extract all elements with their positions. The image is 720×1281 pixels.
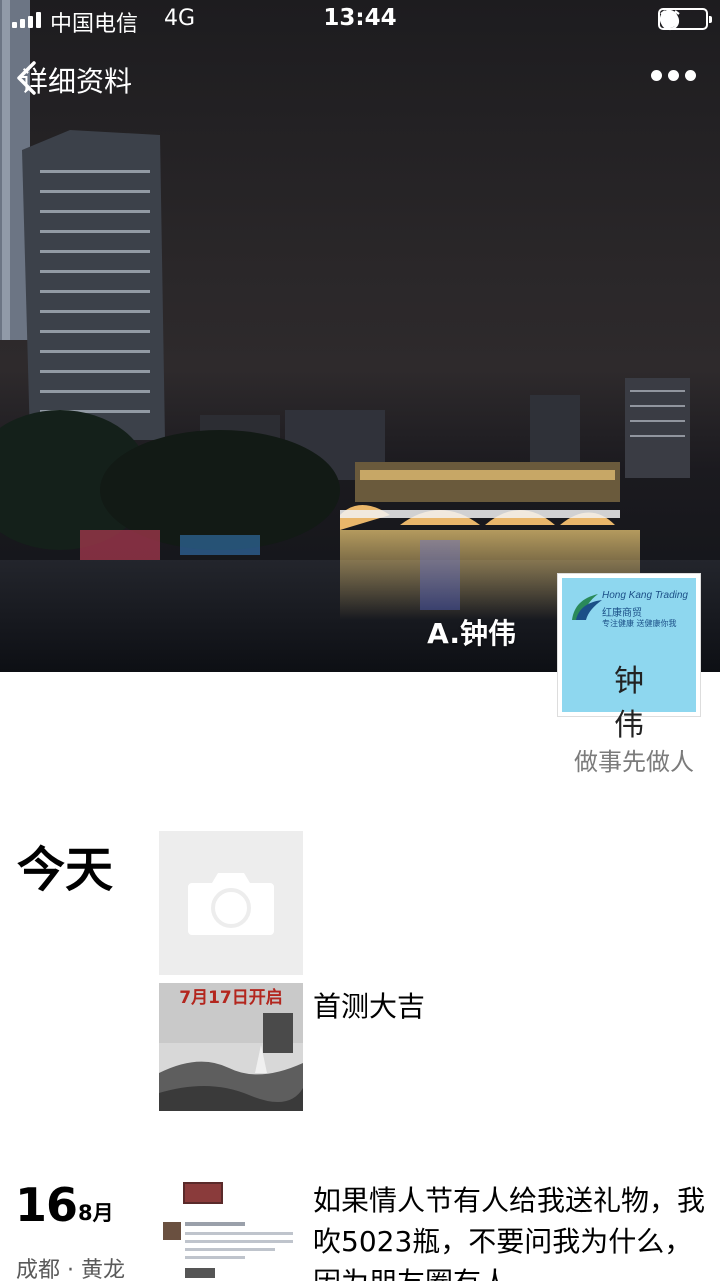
date-label-today: 今天 (17, 842, 114, 898)
post-text: 首测大吉 (313, 990, 426, 1023)
avatar-image: Hong Kang Trading 红康商贸 专注健康 送健康你我 钟伟 (562, 578, 696, 743)
logo-slogan: 专注健康 送健康你我 (602, 619, 677, 628)
back-button[interactable]: 详细资料 (14, 60, 132, 100)
dot-icon (651, 70, 662, 81)
post-image[interactable] (159, 1178, 303, 1281)
logo-text-cn: 红康商贸 (602, 608, 642, 619)
post-image[interactable]: 7月17日开启 (159, 983, 303, 1127)
nav-bar: 详细资料 (0, 54, 720, 108)
game-poster-image: 7月17日开启 (159, 983, 303, 1127)
dot-icon (668, 70, 679, 81)
signature: 做事先做人 (574, 748, 694, 776)
company-logo-icon (572, 594, 602, 620)
date-month: 8月 (78, 1201, 114, 1225)
logo-text-en: Hong Kang Trading (602, 590, 688, 601)
battery-icon (658, 8, 712, 30)
display-name: A.钟伟 (427, 617, 516, 650)
avatar-name: 钟伟 (614, 664, 670, 743)
location-label: 成都 · 黄龙 (16, 1258, 125, 1281)
avatar[interactable]: Hong Kang Trading 红康商贸 专注健康 送健康你我 钟伟 (557, 573, 701, 743)
post-camera-button[interactable] (159, 831, 303, 975)
status-icons (658, 8, 712, 31)
more-button[interactable] (651, 70, 696, 81)
camera-icon (188, 873, 274, 935)
status-time: 13:44 (323, 5, 397, 31)
dot-icon (685, 70, 696, 81)
status-bar: 中国电信 4G 13:44 (0, 0, 720, 40)
chat-screenshot-thumbnail (159, 1178, 303, 1281)
cover-photo[interactable]: 中国电信 4G 13:44 详细资料 A.钟伟 (0, 0, 720, 672)
post-text: 如果情人节有人给我送礼物，我吹5023瓶，不要问我为什么，因为朋友圈有人 (313, 1184, 706, 1281)
date-day: 16 (15, 1178, 78, 1232)
chevron-left-icon (17, 61, 36, 95)
poster-caption: 7月17日开启 (179, 987, 283, 1008)
